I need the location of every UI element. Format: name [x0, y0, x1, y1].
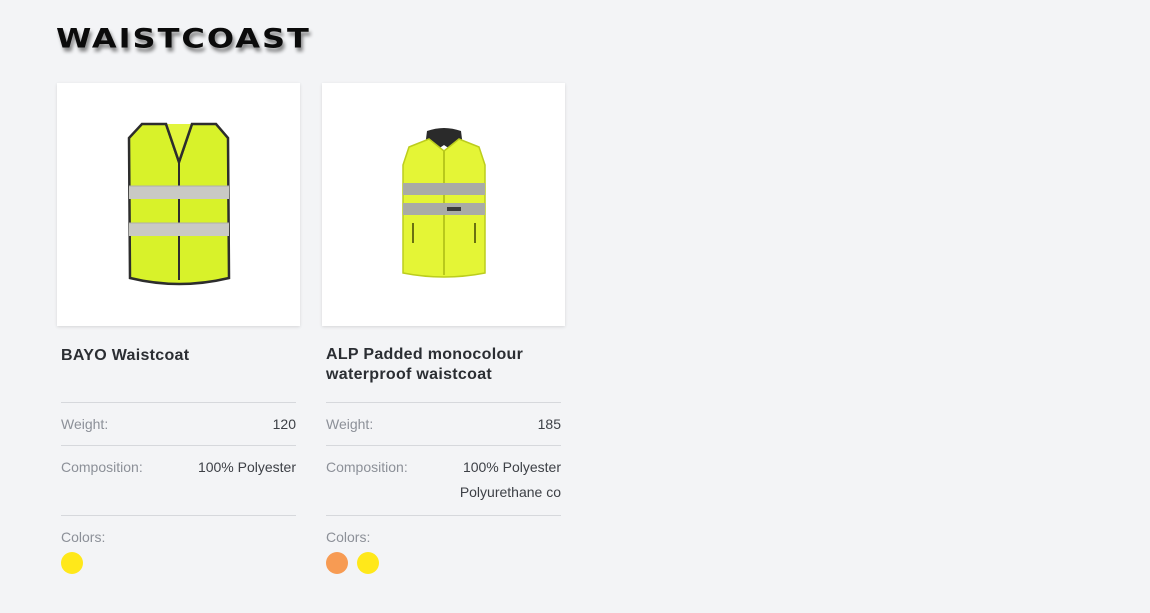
composition-row: Composition: 100% Polyester [61, 445, 296, 515]
colors-label: Colors: [326, 529, 371, 545]
composition-line: 100% Polyester [197, 459, 296, 475]
product-image[interactable] [322, 83, 565, 326]
colors-label: Colors: [61, 529, 106, 545]
weight-label: Weight: [61, 416, 109, 432]
weight-value: 120 [272, 416, 296, 432]
padded-hi-vis-vest-icon [401, 127, 486, 278]
composition-row: Composition: 100% Polyester Polyurethane… [326, 445, 561, 515]
weight-label: Weight: [326, 416, 374, 432]
page-title: WAISTCOAST [56, 22, 311, 54]
composition-value: 100% Polyester Polyurethane co [460, 455, 561, 505]
product-card[interactable]: ALP Padded monocolour waterproof waistco… [322, 83, 565, 574]
colors-row: Colors: [61, 515, 296, 574]
color-swatch-yellow[interactable] [357, 552, 379, 574]
colors-row: Colors: [326, 515, 561, 574]
color-swatches [61, 552, 296, 574]
weight-value: 185 [537, 416, 561, 432]
composition-line: Polyurethane co [459, 484, 561, 500]
weight-row: Weight: 120 [61, 402, 296, 445]
hi-vis-vest-icon [127, 122, 230, 285]
composition-label: Composition: [61, 459, 143, 475]
product-name[interactable]: ALP Padded monocolour waterproof waistco… [326, 345, 561, 402]
color-swatches [326, 552, 561, 574]
product-image[interactable] [57, 83, 300, 326]
color-swatch-orange[interactable] [326, 552, 348, 574]
weight-row: Weight: 185 [326, 402, 561, 445]
composition-line: 100% Polyester [462, 459, 561, 475]
product-card[interactable]: BAYO Waistcoat Weight: 120 Composition: … [57, 83, 300, 574]
product-name[interactable]: BAYO Waistcoat [61, 346, 296, 402]
composition-label: Composition: [326, 459, 408, 475]
composition-value: 100% Polyester [198, 455, 296, 480]
color-swatch-yellow[interactable] [61, 552, 83, 574]
